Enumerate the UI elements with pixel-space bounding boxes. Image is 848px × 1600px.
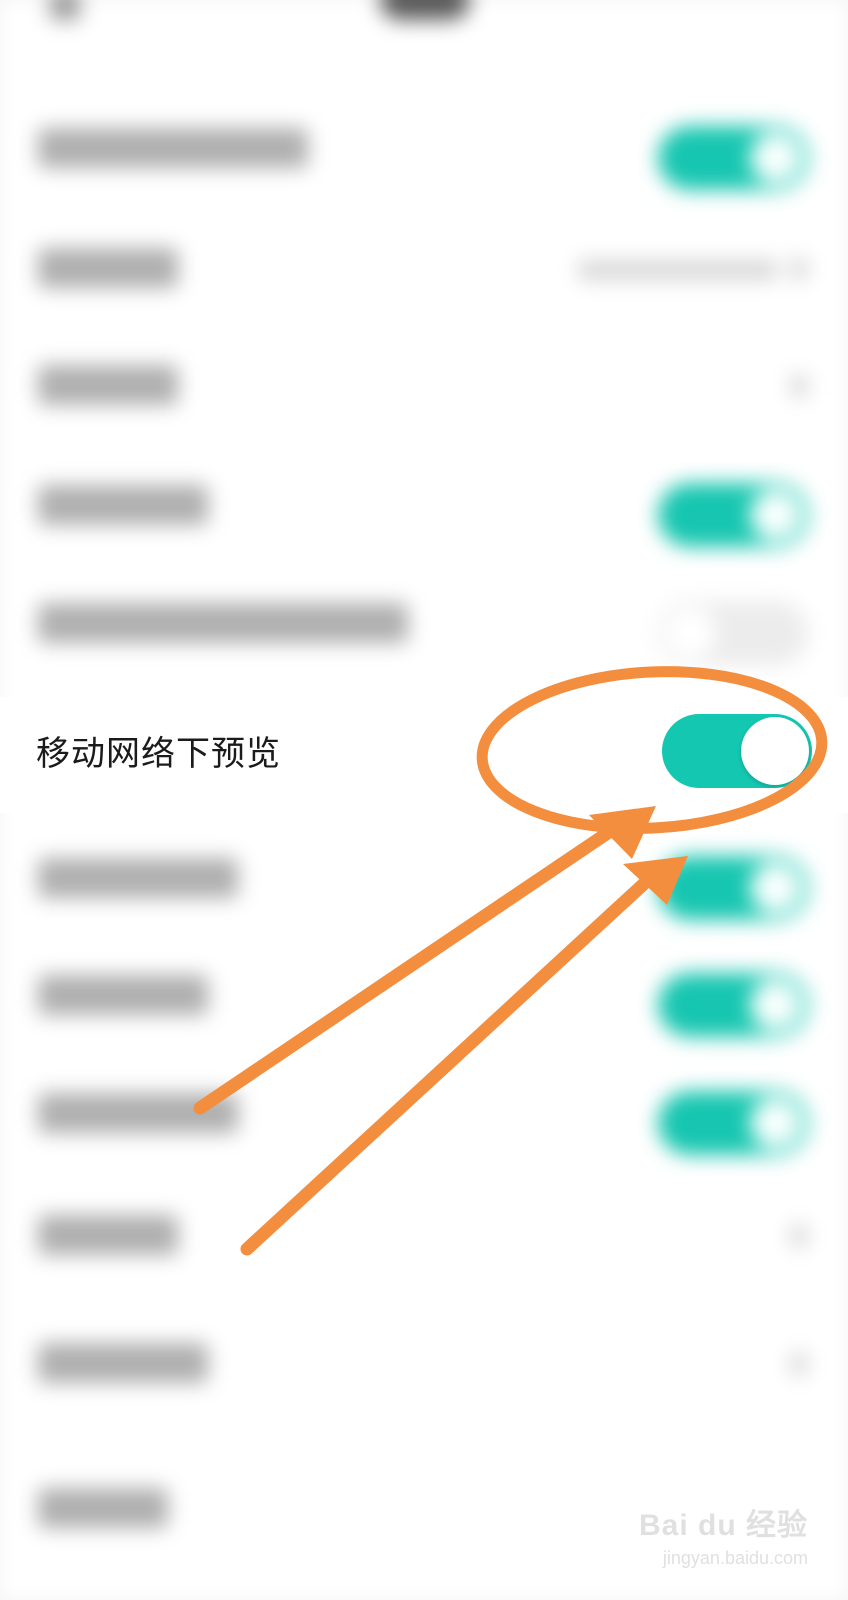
mobile-network-preview-label: 移动网络下预览 xyxy=(36,734,281,774)
blurred-row xyxy=(0,565,848,682)
blurred-toggle xyxy=(658,126,808,190)
blurred-row xyxy=(0,1177,848,1294)
blurred-toggle xyxy=(658,973,808,1037)
blurred-row xyxy=(0,210,848,327)
blurred-row xyxy=(0,820,848,937)
watermark: Bai du 经验 jingyan.baidu.com xyxy=(638,1500,808,1580)
blurred-toggle xyxy=(658,483,808,547)
blurred-row xyxy=(0,90,848,207)
blurred-toggle xyxy=(658,1091,808,1155)
watermark-logo: Bai du 经验 xyxy=(638,1509,808,1542)
blurred-toggle xyxy=(658,601,808,665)
blurred-row xyxy=(0,937,848,1054)
blurred-row xyxy=(0,1305,848,1422)
mobile-network-preview-row[interactable]: 移动网络下预览 xyxy=(0,697,848,813)
blurred-title xyxy=(380,0,470,20)
blurred-row xyxy=(0,327,848,444)
toggle-knob xyxy=(741,717,809,785)
blurred-toggle xyxy=(658,856,808,920)
blurred-row xyxy=(0,447,848,564)
mobile-network-preview-toggle[interactable] xyxy=(662,714,812,788)
blurred-back-icon xyxy=(50,0,80,20)
watermark-url: jingyan.baidu.com xyxy=(662,1548,808,1568)
blurred-row xyxy=(0,1055,848,1172)
